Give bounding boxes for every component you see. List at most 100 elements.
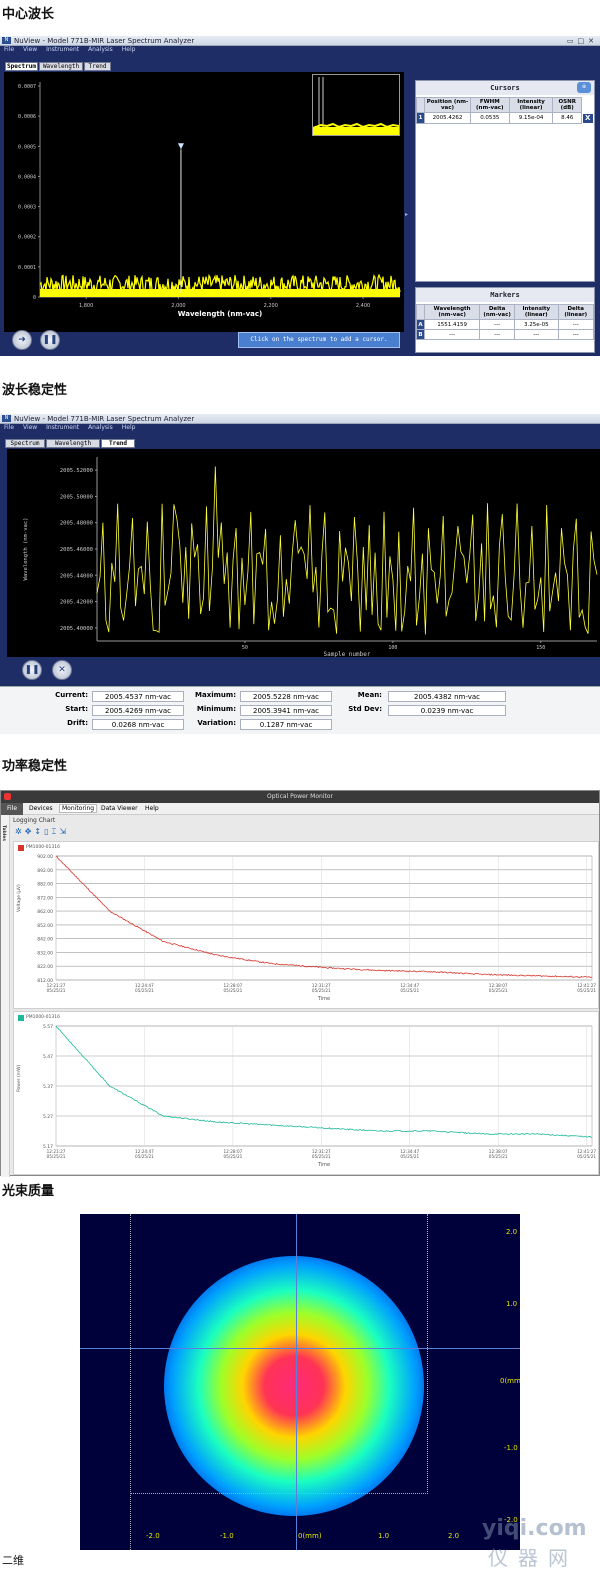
power-chart: PM1000-01316 Power (mW) 5.57 5.47 5.37 5.27… <box>13 1011 599 1175</box>
marker-delta-linear: --- <box>557 319 595 330</box>
clear-trend-button[interactable]: ✕ <box>52 660 72 680</box>
col-osnr: OSNR (dB) <box>552 97 582 113</box>
menu-devices[interactable]: Devices <box>29 805 53 812</box>
y-tick-label: 0 <box>33 295 36 301</box>
move-icon[interactable]: ✥ <box>25 827 35 836</box>
window-controls[interactable]: ▭□✕ <box>567 36 598 46</box>
tab-wavelength[interactable]: Wavelength <box>39 62 83 71</box>
menu-analysis[interactable]: Analysis <box>88 424 113 431</box>
y-tick-label: 5.47 <box>43 1054 53 1060</box>
menu-help[interactable]: Help <box>122 424 136 431</box>
beam-xtick: 2.0 <box>448 1532 460 1540</box>
cursor-intensity: 9.15e-04 <box>508 112 554 124</box>
marker-delta: --- <box>479 319 516 330</box>
table-row[interactable]: A 1551.4159 --- 3.25e-05 --- <box>416 319 595 330</box>
heading-wavelength-stability: 波长稳定性 <box>2 383 68 398</box>
resize-icon[interactable]: ↕ <box>34 827 44 836</box>
spectrum-overview-inset[interactable] <box>312 74 400 136</box>
tab-wavelength[interactable]: Wavelength <box>46 439 100 448</box>
trend-series-line <box>96 466 598 635</box>
menu-file[interactable]: File <box>4 46 14 53</box>
power-plot[interactable]: 5.575.475.375.275.1712:21:2705/25/2112:2… <box>14 1012 600 1176</box>
stddev-label: Std Dev: <box>348 705 382 713</box>
settings-icon[interactable]: ✲ <box>15 827 25 836</box>
menu-analysis[interactable]: Analysis <box>88 46 113 53</box>
beam-xtick: -1.0 <box>220 1532 234 1540</box>
y-tick-label: 2005.48000 <box>60 521 93 527</box>
y-tick-label: 2005.42000 <box>60 600 93 606</box>
tab-trend[interactable]: Trend <box>84 62 111 71</box>
stddev-value: 0.0239 nm-vac <box>388 705 506 716</box>
voltage-plot[interactable]: 902.00 892.00 882.00 872.00 862.00 852.00 842.… <box>14 842 600 1010</box>
page-icon[interactable]: ▯ <box>44 827 51 836</box>
menu-file[interactable]: File <box>4 424 14 431</box>
watermark-logo: yiqi.com <box>482 1516 587 1541</box>
trend-tabs: Spectrum Wavelength Trend <box>5 439 145 449</box>
menu-view[interactable]: View <box>23 46 37 53</box>
y-tick-label: 872.00 <box>37 895 53 901</box>
opm-titlebar: Optical Power Monitor <box>1 791 599 803</box>
spectrum-window-titlebar: N NuView - Model 771B-MIR Laser Spectrum… <box>0 36 600 46</box>
x-tick-label: 05/25/21 <box>577 988 596 993</box>
x-tick-label: 05/25/21 <box>47 988 66 993</box>
beam-xtick: 1.0 <box>378 1532 390 1540</box>
y-tick-label: 882.00 <box>37 882 53 888</box>
beam-xtick: 0(mm) <box>298 1532 322 1540</box>
x-tick-label: 05/25/21 <box>312 988 331 993</box>
menu-help[interactable]: Help <box>122 46 136 53</box>
cursor-add-icon[interactable]: ⊕ <box>577 82 591 93</box>
markers-header-row: Wavelength (nm-vac) Delta (nm-vac) Inten… <box>416 304 595 320</box>
panel-collapse-arrow-icon[interactable]: ▸ <box>405 211 411 219</box>
col-delta-linear: Delta (linear) <box>557 304 595 320</box>
side-tab-tables[interactable]: Tables <box>1 825 6 841</box>
menu-view[interactable]: View <box>23 424 37 431</box>
x-axis-label: Time <box>317 996 330 1002</box>
tab-spectrum[interactable]: Spectrum <box>5 62 38 71</box>
play-button[interactable]: ➜ <box>12 330 32 350</box>
menu-help[interactable]: Help <box>145 805 159 812</box>
x-tick-label: 50 <box>242 645 248 651</box>
pause-button[interactable]: ❚❚ <box>22 660 42 680</box>
marker-delta: --- <box>479 329 516 340</box>
marker-intensity: 3.25e-05 <box>514 319 559 330</box>
remove-cursor-icon[interactable]: X <box>583 113 593 123</box>
menu-file[interactable]: File <box>1 803 23 815</box>
overview-plot <box>312 75 400 135</box>
beam-ytick: 0(mm) <box>500 1377 520 1385</box>
marker-intensity: --- <box>514 329 559 340</box>
opm-side-bar: Tables <box>1 815 10 1177</box>
current-value: 2005.4537 nm-vac <box>92 691 184 702</box>
x-tick-label: 05/25/21 <box>400 988 419 993</box>
markers-panel: Markers Wavelength (nm-vac) Delta (nm-va… <box>415 287 595 353</box>
mean-label: Mean: <box>357 691 382 699</box>
table-row[interactable]: 1 2005.4262 0.0535 9.15e-04 8.46 X <box>416 112 594 124</box>
menu-data-viewer[interactable]: Data Viewer <box>101 805 138 812</box>
col-wavelength: Wavelength (nm-vac) <box>423 304 481 320</box>
plot-area <box>55 855 593 981</box>
opm-menubar: File Devices Monitoring Data Viewer Help <box>1 803 599 815</box>
tab-trend[interactable]: Trend <box>101 439 135 448</box>
voltage-chart: PM1000-01316 Voltage (μV) 902.00 892.00 88… <box>13 841 599 1009</box>
y-tick-label: 862.00 <box>37 909 53 915</box>
menu-instrument[interactable]: Instrument <box>46 46 79 53</box>
pause-button[interactable]: ❚❚ <box>40 330 60 350</box>
x-tick-label: 2,200 <box>264 303 278 309</box>
marker-id: A <box>416 319 425 330</box>
tab-spectrum[interactable]: Spectrum <box>5 439 45 448</box>
maximum-label: Maximum: <box>195 691 236 699</box>
y-tick-label: 852.00 <box>37 923 53 929</box>
y-tick-label: 5.27 <box>43 1114 53 1120</box>
menu-monitoring[interactable]: Monitoring <box>59 804 98 813</box>
stats-row-1: Current: 2005.4537 nm-vac Maximum: 2005.… <box>0 691 600 704</box>
cursor-id: 1 <box>416 112 425 124</box>
heading-beam-quality: 光束质量 <box>2 1184 55 1199</box>
menu-instrument[interactable]: Instrument <box>46 424 79 431</box>
table-row[interactable]: B --- --- --- --- <box>416 329 595 340</box>
beam-profile-image[interactable]: 2.0 1.0 0(mm) -1.0 -2.0 -2.0 -1.0 0(mm) … <box>80 1214 520 1550</box>
trend-plot[interactable]: 2005.52000 2005.50000 2005.48000 2005.46000… <box>7 449 600 657</box>
beam-ytick: 2.0 <box>506 1228 518 1236</box>
y-tick-label: 2005.50000 <box>60 494 93 500</box>
spectrum-tabs: Spectrum Wavelength Trend <box>5 62 115 72</box>
export-icon[interactable]: ⇲ <box>59 827 69 836</box>
trend-stats-panel: Current: 2005.4537 nm-vac Maximum: 2005.… <box>0 686 600 734</box>
